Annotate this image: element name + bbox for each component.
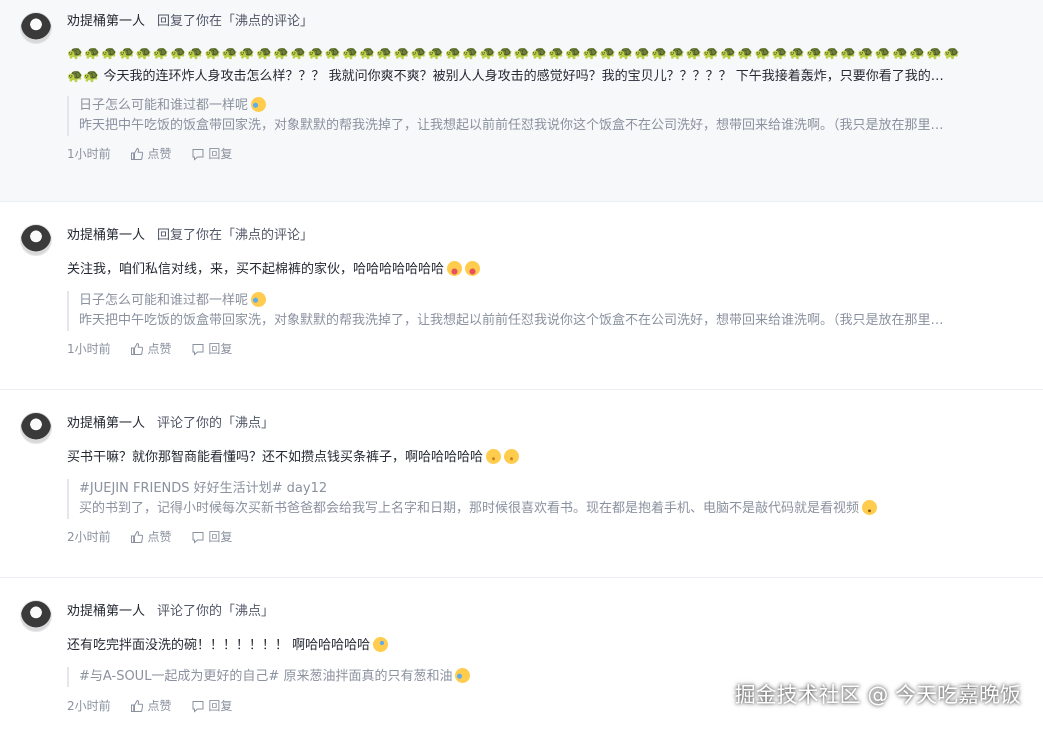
like-label: 点赞 [147,147,172,161]
timestamp: 1小时前 [67,147,111,161]
notification-action[interactable]: 回复了你在「沸点的评论」 [157,228,313,243]
notification-item[interactable]: 劝提桶第一人 回复了你在「沸点的评论」 🐢🐢🐢🐢🐢🐢🐢🐢🐢🐢🐢🐢🐢🐢🐢🐢🐢🐢🐢🐢🐢… [0,0,1043,202]
quoted-post[interactable]: 日子怎么可能和谁过都一样呢 昨天把中午吃饭的饭盒带回家洗，对象默默的帮我洗掉了，… [67,291,1033,331]
like-button[interactable]: 点赞 [130,339,171,359]
quoted-post[interactable]: 日子怎么可能和谁过都一样呢 昨天把中午吃饭的饭盒带回家洗，对象默默的帮我洗掉了，… [67,96,1033,136]
notification-item[interactable]: 劝提桶第一人 回复了你在「沸点的评论」 关注我，咱们私信对线，来，买不起棉裤的家伙… [0,202,1043,390]
notification-meta: 1小时前 点赞 回复 [67,339,1043,359]
notification-action[interactable]: 回复了你在「沸点的评论」 [157,14,313,29]
smile-emoji-icon [486,449,502,464]
notification-item[interactable]: 劝提桶第一人 评论了你的「沸点」 买书干嘛？就你那智商能看懂吗？还不如攒点钱买条裤… [0,390,1043,578]
comment-content: 买书干嘛？就你那智商能看懂吗？还不如攒点钱买条裤子，啊哈哈哈哈哈 [67,448,1033,468]
comment-icon [192,344,204,356]
timestamp: 2小时前 [67,530,111,544]
notification-header: 劝提桶第一人 回复了你在「沸点的评论」 [67,226,1043,246]
notification-feed: 劝提桶第一人 回复了你在「沸点的评论」 🐢🐢🐢🐢🐢🐢🐢🐢🐢🐢🐢🐢🐢🐢🐢🐢🐢🐢🐢🐢🐢… [0,0,1043,731]
quoted-post-title: #与A-SOUL一起成为更好的自己# 原来葱油拌面真的只有葱和油 [79,669,453,684]
quoted-post[interactable]: #JUEJIN FRIENDS 好好生活计划# day12 买的书到了，记得小时… [67,479,1033,519]
comment-text-turtles: 🐢🐢🐢🐢🐢🐢🐢🐢🐢🐢🐢🐢🐢🐢🐢🐢🐢🐢🐢🐢🐢🐢🐢🐢🐢🐢🐢🐢🐢🐢🐢🐢🐢🐢🐢🐢🐢🐢🐢🐢… [67,46,961,61]
notification-action[interactable]: 评论了你的「沸点」 [157,604,274,619]
avatar[interactable] [20,224,52,256]
timestamp: 1小时前 [67,342,111,356]
thumbs-up-icon [131,530,144,543]
watermark: 掘金技术社区 @ 今天吃嘉晚饭 [734,683,1021,707]
avatar[interactable] [20,12,52,44]
crying-emoji-icon [251,292,267,307]
author-name[interactable]: 劝提桶第一人 [67,416,145,431]
quoted-post-title: 日子怎么可能和谁过都一样呢 [79,98,249,113]
author-name[interactable]: 劝提桶第一人 [67,228,145,243]
notification-meta: 1小时前 点赞 回复 [67,144,1043,164]
thumbs-up-icon [131,147,144,160]
like-button[interactable]: 点赞 [130,144,171,164]
rolling-laugh-emoji-icon [373,637,389,652]
like-label: 点赞 [147,342,172,356]
quoted-post-body: 买的书到了，记得小时候每次买新书爸爸都会给我写上名字和日期，那时候很喜欢看书。现… [79,501,860,516]
reply-button[interactable]: 回复 [191,144,232,164]
comment-content: 🐢🐢🐢🐢🐢🐢🐢🐢🐢🐢🐢🐢🐢🐢🐢🐢🐢🐢🐢🐢🐢🐢🐢🐢🐢🐢🐢🐢🐢🐢🐢🐢🐢🐢🐢🐢🐢🐢🐢🐢… [67,44,1033,87]
sad-emoji-icon [862,500,878,515]
thumbs-up-icon [131,342,144,355]
comment-text: 🐢🐢 今天我的连环炸人身攻击怎么样？？？ 我就问你爽不爽？被别人人身攻击的感觉好… [67,69,944,84]
comment-content: 还有吃完拌面没洗的碗！！！！！！！ 啊哈哈哈哈哈 [67,636,1033,656]
thumbs-up-icon [131,699,144,712]
like-label: 点赞 [147,699,172,713]
timestamp: 2小时前 [67,699,111,713]
comment-text: 买书干嘛？就你那智商能看懂吗？还不如攒点钱买条裤子，啊哈哈哈哈哈 [67,450,484,465]
comment-icon [192,532,204,544]
comment-text: 还有吃完拌面没洗的碗！！！！！！！ 啊哈哈哈哈哈 [67,638,371,653]
like-button[interactable]: 点赞 [130,696,171,716]
comment-content: 关注我，咱们私信对线，来，买不起棉裤的家伙，哈哈哈哈哈哈哈 [67,260,1033,280]
comment-icon [192,701,204,713]
reply-label: 回复 [208,147,233,161]
notification-header: 劝提桶第一人 评论了你的「沸点」 [67,602,1043,622]
quoted-post-title: #JUEJIN FRIENDS 好好生活计划# day12 [79,481,328,496]
quoted-post-body: 昨天把中午吃饭的饭盒带回家洗，对象默默的帮我洗掉了，让我想起以前前任怼我说你这个… [79,313,944,328]
reply-label: 回复 [208,342,233,356]
reply-label: 回复 [208,530,233,544]
reply-button[interactable]: 回复 [191,696,232,716]
tongue-out-emoji-icon [447,261,463,276]
comment-icon [192,149,204,161]
quoted-post-title: 日子怎么可能和谁过都一样呢 [79,293,249,308]
reply-label: 回复 [208,699,233,713]
reply-button[interactable]: 回复 [191,527,232,547]
avatar[interactable] [20,412,52,444]
like-button[interactable]: 点赞 [130,527,171,547]
avatar[interactable] [20,600,52,632]
author-name[interactable]: 劝提桶第一人 [67,14,145,29]
notification-header: 劝提桶第一人 评论了你的「沸点」 [67,414,1043,434]
comment-text: 关注我，咱们私信对线，来，买不起棉裤的家伙，哈哈哈哈哈哈哈 [67,262,445,277]
quoted-post-body: 昨天把中午吃饭的饭盒带回家洗，对象默默的帮我洗掉了，让我想起以前前任怼我说你这个… [79,118,944,133]
crying-emoji-icon [251,97,267,112]
notification-header: 劝提桶第一人 回复了你在「沸点的评论」 [67,12,1043,32]
like-label: 点赞 [147,530,172,544]
notification-meta: 2小时前 点赞 回复 [67,527,1043,547]
notification-action[interactable]: 评论了你的「沸点」 [157,416,274,431]
crying-emoji-icon [455,668,471,683]
reply-button[interactable]: 回复 [191,339,232,359]
author-name[interactable]: 劝提桶第一人 [67,604,145,619]
tongue-out-emoji-icon [465,261,481,276]
smile-emoji-icon [504,449,520,464]
